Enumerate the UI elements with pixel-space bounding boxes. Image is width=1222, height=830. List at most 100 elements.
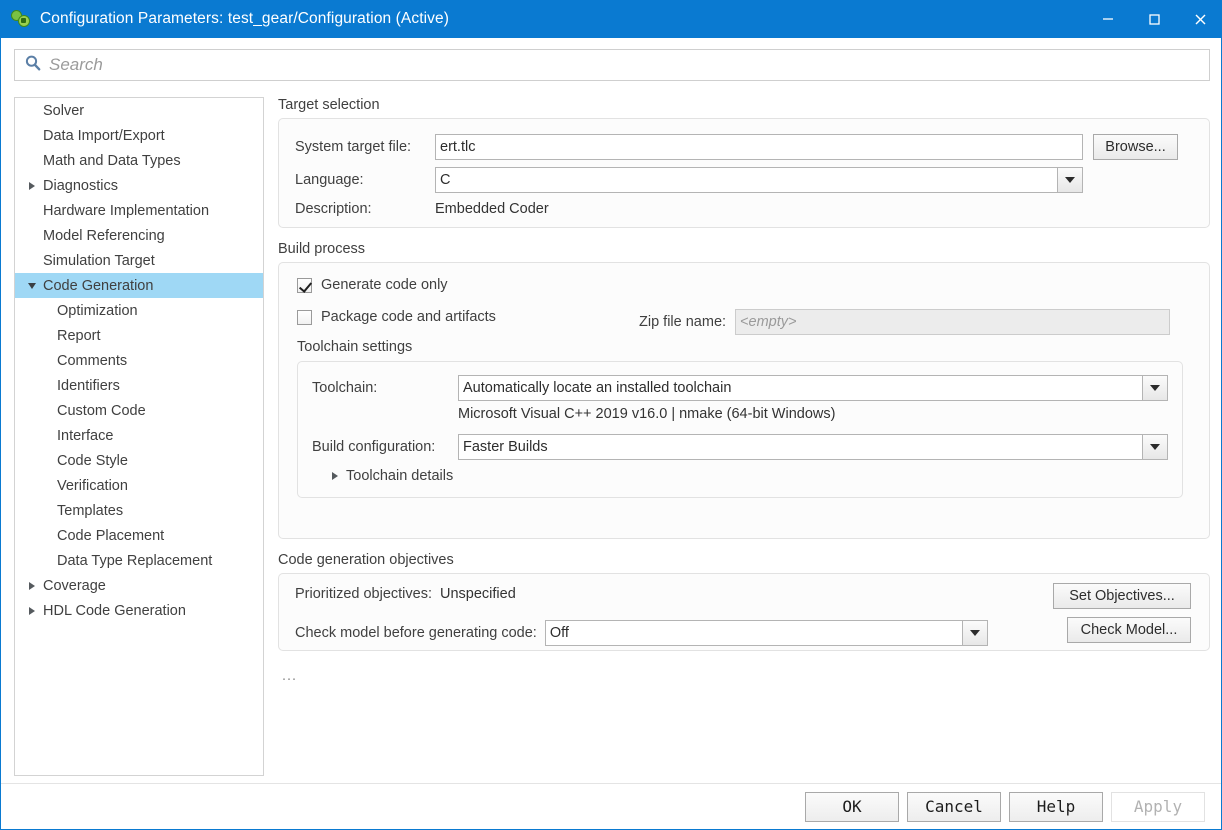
tree-item-label: HDL Code Generation (43, 602, 186, 619)
browse-button[interactable]: Browse... (1093, 134, 1178, 160)
set-objectives-button[interactable]: Set Objectives... (1053, 583, 1191, 609)
build-configuration-value: Faster Builds (463, 439, 548, 455)
tree-item-label: Code Style (57, 452, 128, 469)
tree-item-label: Optimization (57, 302, 138, 319)
tree-item-label: Verification (57, 477, 128, 494)
tree-item-label: Code Generation (43, 277, 154, 294)
cancel-button[interactable]: Cancel (907, 791, 1001, 822)
tree-item-code-placement[interactable]: Code Placement (15, 523, 263, 548)
tree-item-label: Coverage (43, 577, 106, 594)
tree-item-verification[interactable]: Verification (15, 473, 263, 498)
tree-item-label: Hardware Implementation (43, 202, 210, 219)
language-value: C (440, 172, 451, 188)
title-bar: Configuration Parameters: test_gear/Conf… (1, 0, 1221, 38)
target-selection-group: System target file: ert.tlc Browse... La… (278, 118, 1210, 228)
package-code-checkbox[interactable]: Package code and artifacts (297, 309, 496, 325)
toolchain-settings-title: Toolchain settings (297, 339, 413, 355)
tree-item-label: Math and Data Types (43, 152, 181, 169)
zip-file-name-placeholder: <empty> (740, 314, 797, 330)
close-icon[interactable] (1177, 0, 1221, 38)
tree-item-label: Comments (57, 352, 128, 369)
tree-item-label: Solver (43, 102, 85, 119)
target-selection-title: Target selection (278, 97, 380, 113)
minimize-icon[interactable] (1085, 0, 1131, 38)
simulink-gear-icon (11, 9, 31, 29)
configuration-parameters-dialog: Configuration Parameters: test_gear/Conf… (0, 0, 1222, 830)
toolchain-value: Automatically locate an installed toolch… (463, 380, 732, 396)
tree-item-math-and-data-types[interactable]: Math and Data Types (15, 148, 263, 173)
tree-item-solver[interactable]: Solver (15, 98, 263, 123)
build-process-group: Generate code only Package code and arti… (278, 262, 1210, 539)
tree-item-label: Report (57, 327, 101, 344)
toolchain-select[interactable]: Automatically locate an installed toolch… (458, 375, 1168, 401)
zip-file-name-input: <empty> (735, 309, 1171, 335)
prioritized-objectives-value: Unspecified (440, 586, 516, 602)
code-generation-objectives-title: Code generation objectives (278, 552, 454, 568)
tree-item-label: Data Import/Export (43, 127, 165, 144)
checkbox-box (297, 277, 312, 293)
language-select[interactable]: C (435, 167, 1083, 193)
settings-tree[interactable]: Solver Data Import/Export Math and Data Ty… (14, 97, 264, 776)
prioritized-objectives-label: Prioritized objectives: (295, 586, 432, 602)
search-placeholder: Search (49, 55, 103, 74)
chevron-right-icon[interactable] (25, 606, 39, 615)
tree-item-custom-code[interactable]: Custom Code (15, 398, 263, 423)
ok-button[interactable]: OK (805, 791, 899, 822)
tree-item-report[interactable]: Report (15, 323, 263, 348)
toolchain-settings-group: Toolchain: Automatically locate an insta… (297, 361, 1183, 498)
tree-item-label: Model Referencing (43, 227, 165, 244)
generate-code-only-checkbox[interactable]: Generate code only (297, 277, 448, 293)
package-code-label: Package code and artifacts (321, 309, 496, 325)
toolchain-details-toggle[interactable]: Toolchain details (332, 468, 453, 484)
apply-button: Apply (1111, 791, 1205, 822)
tree-item-simulation-target[interactable]: Simulation Target (15, 248, 263, 273)
check-model-select[interactable]: Off (544, 620, 988, 646)
chevron-down-icon[interactable] (1142, 435, 1167, 459)
tree-item-label: Code Placement (57, 527, 165, 544)
build-configuration-select[interactable]: Faster Builds (458, 434, 1168, 460)
tree-item-label: Simulation Target (43, 252, 155, 269)
tree-item-data-import-export[interactable]: Data Import/Export (15, 123, 263, 148)
chevron-down-icon[interactable] (25, 282, 39, 289)
description-label: Description: (295, 201, 372, 217)
toolchain-label: Toolchain: (312, 380, 378, 396)
tree-item-coverage[interactable]: Coverage (15, 573, 263, 598)
tree-item-hardware-implementation[interactable]: Hardware Implementation (15, 198, 263, 223)
checkbox-box (297, 309, 312, 325)
system-target-file-input[interactable]: ert.tlc (435, 134, 1083, 160)
maximize-icon[interactable] (1131, 0, 1177, 38)
tree-item-hdl-code-generation[interactable]: HDL Code Generation (15, 598, 263, 623)
chevron-right-icon[interactable] (25, 581, 39, 590)
tree-item-interface[interactable]: Interface (15, 423, 263, 448)
check-model-button[interactable]: Check Model... (1067, 617, 1191, 643)
description-value: Embedded Coder (435, 201, 549, 217)
search-input[interactable]: Search (14, 49, 1210, 81)
tree-item-label: Identifiers (57, 377, 120, 394)
toolchain-details-label: Toolchain details (346, 468, 454, 484)
search-icon (24, 54, 42, 77)
tree-item-label: Interface (57, 427, 114, 444)
settings-pane: Target selection System target file: ert… (278, 97, 1210, 684)
chevron-right-icon[interactable] (25, 181, 39, 190)
tree-item-comments[interactable]: Comments (15, 348, 263, 373)
tree-item-data-type-replacement[interactable]: Data Type Replacement (15, 548, 263, 573)
tree-item-label: Data Type Replacement (57, 552, 213, 569)
tree-item-optimization[interactable]: Optimization (15, 298, 263, 323)
tree-item-label: Custom Code (57, 402, 146, 419)
tree-item-templates[interactable]: Templates (15, 498, 263, 523)
chevron-down-icon[interactable] (1057, 168, 1082, 192)
tree-item-label: Templates (57, 502, 124, 519)
tree-item-diagnostics[interactable]: Diagnostics (15, 173, 263, 198)
tree-item-code-generation[interactable]: Code Generation (15, 273, 263, 298)
overflow-indicator: ... (282, 668, 298, 684)
tree-item-code-style[interactable]: Code Style (15, 448, 263, 473)
help-button[interactable]: Help (1009, 791, 1103, 822)
tree-item-model-referencing[interactable]: Model Referencing (15, 223, 263, 248)
generate-code-only-label: Generate code only (321, 277, 448, 293)
tree-item-identifiers[interactable]: Identifiers (15, 373, 263, 398)
chevron-down-icon[interactable] (1142, 376, 1167, 400)
window-controls (1085, 0, 1221, 38)
chevron-down-icon[interactable] (961, 621, 987, 645)
tree-item-label: Diagnostics (43, 177, 118, 194)
dialog-footer: OK Cancel Help Apply (1, 783, 1221, 829)
